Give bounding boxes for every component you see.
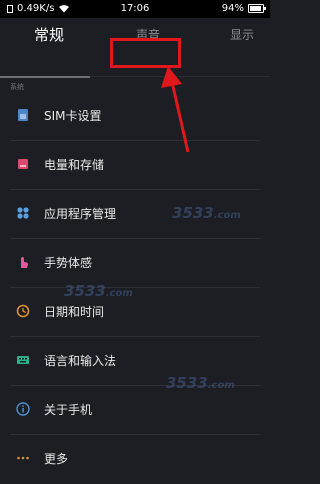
annotation-arrow-icon [161,66,190,153]
